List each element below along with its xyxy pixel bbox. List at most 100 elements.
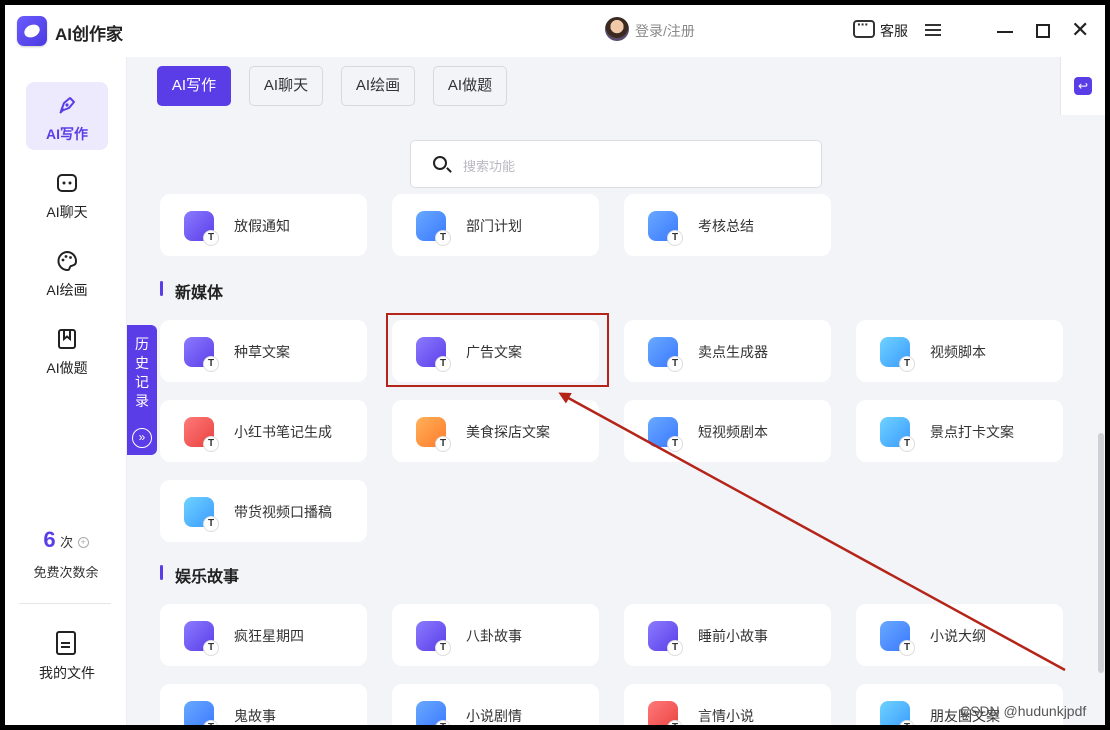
collapse-button[interactable]: ↩ <box>1060 57 1105 115</box>
menu-icon[interactable] <box>925 24 941 36</box>
sidebar-item-label: AI绘画 <box>46 282 88 298</box>
feature-card-label: 卖点生成器 <box>698 344 768 360</box>
app-logo-icon <box>17 16 47 46</box>
free-count: 6 次 + <box>5 527 127 553</box>
vacation-notice-icon <box>184 211 218 245</box>
feature-card[interactable]: 八卦故事 <box>392 604 599 666</box>
feature-card-label: 小说剧情 <box>466 708 522 724</box>
short-video-icon <box>648 417 682 451</box>
history-label: 历史记录 <box>135 336 149 409</box>
sidebar-item-ai-writing[interactable]: AI写作 <box>26 82 108 150</box>
return-icon: ↩ <box>1074 77 1092 95</box>
add-count-icon[interactable]: + <box>77 537 89 549</box>
sidebar-item-label: AI写作 <box>46 126 88 142</box>
feature-card[interactable]: 带货视频口播稿 <box>160 480 367 542</box>
search-icon <box>433 156 447 170</box>
maximize-button[interactable] <box>1036 24 1050 38</box>
selling-point-icon <box>648 337 682 371</box>
free-count-label: 免费次数余 <box>33 565 99 580</box>
feature-card-label: 部门计划 <box>466 218 522 234</box>
feature-card[interactable]: 言情小说 <box>624 684 831 725</box>
feature-card-label: 小说大纲 <box>930 628 986 644</box>
my-files-label: 我的文件 <box>39 665 95 681</box>
app-title: AI创作家 <box>55 25 123 44</box>
department-plan-icon <box>416 211 450 245</box>
feature-card[interactable]: 部门计划 <box>392 194 599 256</box>
customer-service-label[interactable]: 客服 <box>880 21 908 41</box>
annotation-highlight-box <box>386 313 609 387</box>
moments-copy-icon <box>880 701 914 725</box>
feature-card-label: 疯狂星期四 <box>234 628 304 644</box>
feature-card[interactable]: 短视频剧本 <box>624 400 831 462</box>
close-button[interactable]: ✕ <box>1071 19 1089 41</box>
gossip-story-icon <box>416 621 450 655</box>
sidebar-divider <box>19 603 111 604</box>
feature-card-label: 视频脚本 <box>930 344 986 360</box>
seeding-copy-icon <box>184 337 218 371</box>
bedtime-story-icon <box>648 621 682 655</box>
my-files-button[interactable]: 我的文件 <box>26 627 108 687</box>
ghost-story-icon <box>184 701 218 725</box>
novel-outline-icon <box>880 621 914 655</box>
tab-ai-drawing[interactable]: AI绘画 <box>341 66 415 106</box>
section-title-entertainment-story: 娱乐故事 <box>160 563 239 587</box>
sidebar: AI写作 AI聊天 AI绘画 AI做题 6 次 + 免费次数余 我的文件 <box>5 57 127 725</box>
feature-card[interactable]: 疯狂星期四 <box>160 604 367 666</box>
feature-card[interactable]: 考核总结 <box>624 194 831 256</box>
feature-card[interactable]: 卖点生成器 <box>624 320 831 382</box>
scrollbar[interactable] <box>1098 433 1104 673</box>
feature-card-label: 美食探店文案 <box>466 424 550 440</box>
feature-card-label: 考核总结 <box>698 218 754 234</box>
chat-bot-icon <box>57 174 77 192</box>
sidebar-item-ai-chat[interactable]: AI聊天 <box>26 160 108 228</box>
crazy-thursday-icon <box>184 621 218 655</box>
watermark: CSDN @hudunkjpdf <box>960 703 1087 719</box>
feature-card[interactable]: 小红书笔记生成 <box>160 400 367 462</box>
feature-card-label: 小红书笔记生成 <box>234 424 332 440</box>
minimize-button[interactable] <box>997 31 1013 33</box>
feature-card[interactable]: 景点打卡文案 <box>856 400 1063 462</box>
assessment-summary-icon <box>648 211 682 245</box>
sidebar-item-label: AI做题 <box>46 360 88 376</box>
feature-card[interactable]: 放假通知 <box>160 194 367 256</box>
feature-card[interactable]: 睡前小故事 <box>624 604 831 666</box>
feature-card[interactable]: 鬼故事 <box>160 684 367 725</box>
scenic-spot-icon <box>880 417 914 451</box>
bookmark-icon <box>58 329 76 349</box>
login-link[interactable]: 登录/注册 <box>635 21 695 41</box>
tab-ai-quiz[interactable]: AI做题 <box>433 66 507 106</box>
customer-service-icon[interactable] <box>853 16 875 38</box>
feature-card-label: 景点打卡文案 <box>930 424 1014 440</box>
feature-card[interactable]: 美食探店文案 <box>392 400 599 462</box>
user-avatar[interactable] <box>605 17 629 41</box>
live-commerce-icon <box>184 497 218 531</box>
feature-card-label: 短视频剧本 <box>698 424 768 440</box>
section-title-new-media: 新媒体 <box>160 279 223 303</box>
romance-novel-icon <box>648 701 682 725</box>
pen-icon <box>59 97 75 114</box>
feature-card[interactable]: 小说大纲 <box>856 604 1063 666</box>
free-count-number: 6 <box>43 527 56 552</box>
food-store-icon <box>416 417 450 451</box>
feature-card-label: 八卦故事 <box>466 628 522 644</box>
palette-icon <box>57 250 78 272</box>
sidebar-item-ai-quiz[interactable]: AI做题 <box>26 316 108 384</box>
free-count-unit: 次 <box>60 535 74 550</box>
feature-card-label: 言情小说 <box>698 708 754 724</box>
feature-card[interactable]: 小说剧情 <box>392 684 599 725</box>
feature-card-label: 带货视频口播稿 <box>234 504 332 520</box>
tab-ai-writing[interactable]: AI写作 <box>157 66 231 106</box>
feature-card-label: 鬼故事 <box>234 708 276 724</box>
tab-bar: AI写作 AI聊天 AI绘画 AI做题 <box>127 57 1105 117</box>
tab-ai-chat[interactable]: AI聊天 <box>249 66 323 106</box>
title-bar: AI创作家 登录/注册 客服 ✕ <box>5 5 1105 57</box>
app-window: AI创作家 登录/注册 客服 ✕ AI写作 AI聊天 AI绘画 AI做题 6 次 <box>5 5 1105 725</box>
expand-arrow-icon: » <box>132 428 152 448</box>
search-box[interactable]: 搜索功能 <box>410 140 822 188</box>
sidebar-item-ai-drawing[interactable]: AI绘画 <box>26 238 108 306</box>
feature-card[interactable]: 种草文案 <box>160 320 367 382</box>
feature-card[interactable]: 视频脚本 <box>856 320 1063 382</box>
sidebar-item-label: AI聊天 <box>46 204 88 220</box>
feature-card-label: 放假通知 <box>234 218 290 234</box>
history-tab[interactable]: 历史记录 » <box>127 325 157 455</box>
